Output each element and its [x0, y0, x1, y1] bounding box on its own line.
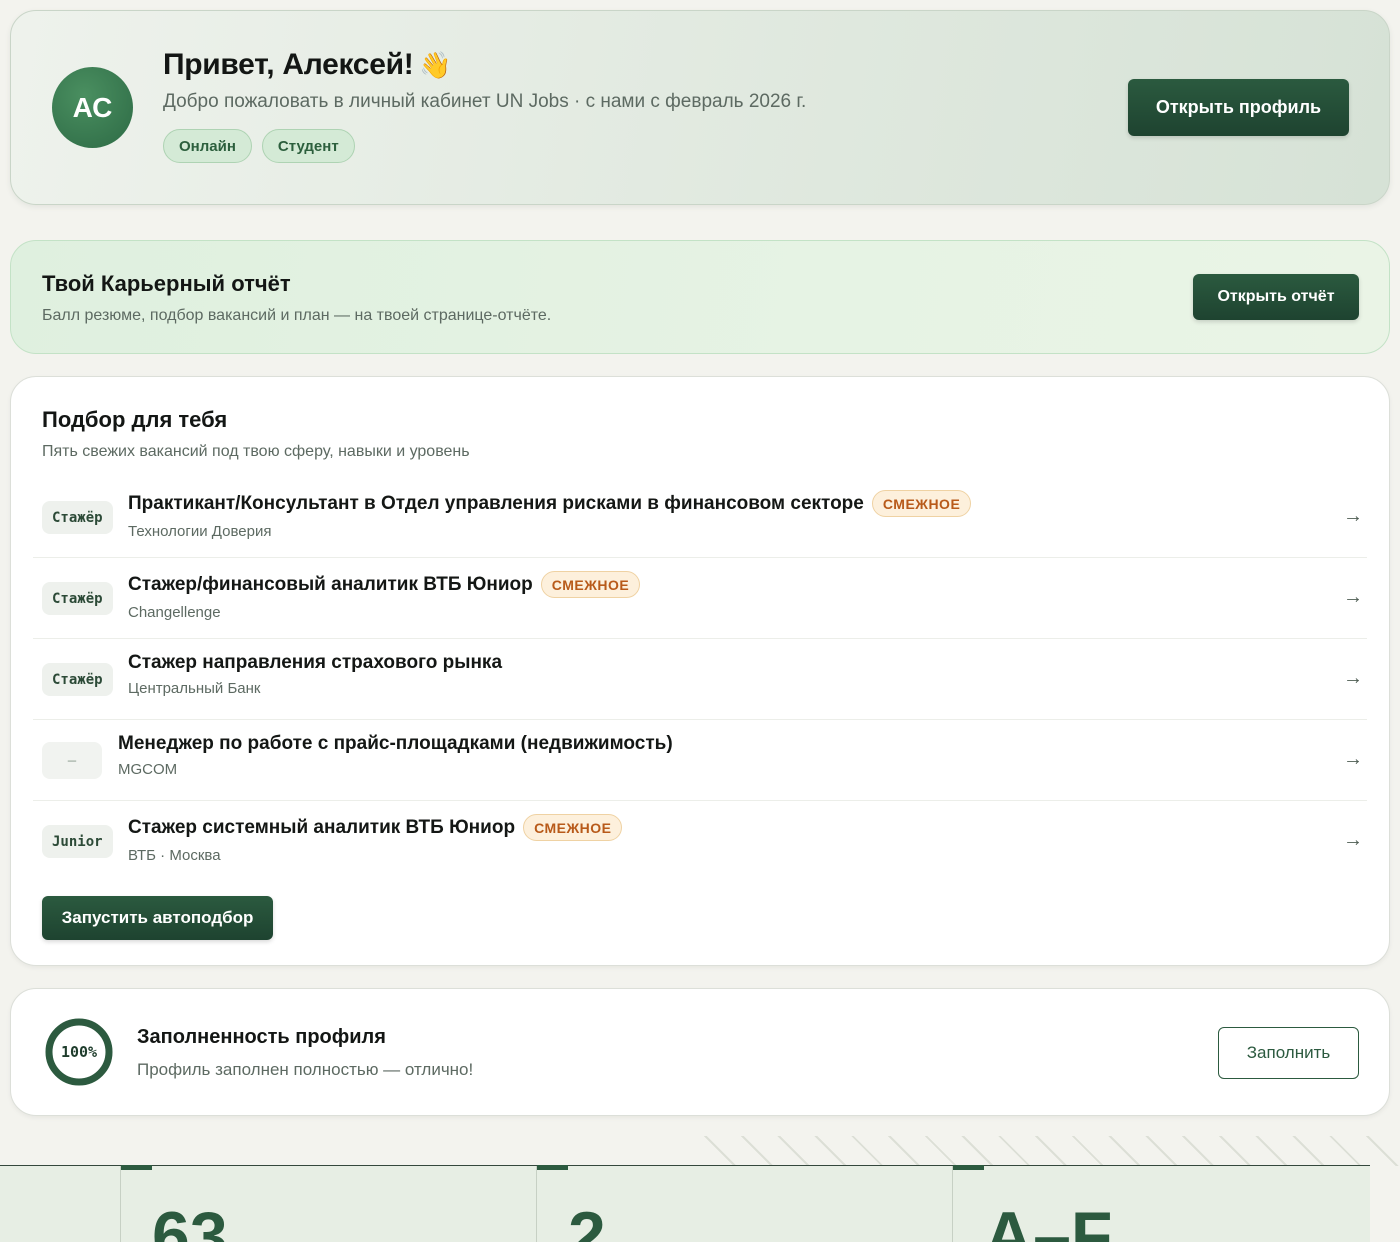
job-list: Стажёр Практикант/Консультант в Отдел уп… [33, 477, 1367, 882]
stat-value: A–F [984, 1198, 1113, 1242]
job-title[interactable]: Стажер системный аналитик ВТБ Юниор [128, 817, 515, 839]
job-company: Технологии Доверия [128, 523, 272, 540]
stats-strip: 63 2 A–F [0, 1165, 1370, 1242]
job-title[interactable]: Стажер направления страхового рынка [128, 652, 502, 674]
job-matches-card: Подбор для тебя Пять свежих вакансий под… [10, 376, 1390, 966]
open-report-button[interactable]: Открыть отчёт [1193, 274, 1359, 320]
stat-value: 2 [568, 1198, 606, 1242]
decorative-hatch [700, 1136, 1400, 1166]
job-title[interactable]: Стажер/финансовый аналитик ВТБ Юниор [128, 574, 533, 596]
stat-cell: A–F [952, 1165, 1368, 1242]
job-row[interactable]: Junior Стажер системный аналитик ВТБ Юни… [33, 801, 1367, 882]
job-level-badge: Junior [42, 825, 113, 858]
stat-cell: 2 [536, 1165, 952, 1242]
status-badge-student: Студент [261, 129, 355, 163]
related-tag: СМЕЖНОЕ [523, 814, 623, 841]
job-level-badge: Стажёр [42, 501, 113, 534]
job-row[interactable]: Стажёр Стажер/финансовый аналитик ВТБ Юн… [33, 558, 1367, 639]
completeness-subtitle: Профиль заполнен полностью — отлично! [137, 1060, 474, 1079]
job-company: MGCOM [118, 761, 178, 778]
job-title[interactable]: Практикант/Консультант в Отдел управлени… [128, 493, 864, 515]
job-level-badge: — [42, 742, 102, 779]
progress-percent: 100% [60, 1043, 98, 1061]
matches-title: Подбор для тебя [42, 407, 228, 432]
job-row[interactable]: Стажёр Стажер направления страхового рын… [33, 639, 1367, 720]
report-title: Твой Карьерный отчёт [42, 271, 291, 296]
arrow-right-icon[interactable]: → [1343, 667, 1363, 690]
avatar[interactable]: АС [52, 67, 133, 148]
career-report-card: Твой Карьерный отчёт Балл резюме, подбор… [10, 240, 1390, 354]
greeting-card: АС Привет, Алексей! 👋 Добро пожаловать в… [10, 10, 1390, 205]
greeting-subtitle: Добро пожаловать в личный кабинет UN Job… [163, 91, 807, 112]
auto-match-button[interactable]: Запустить автоподбор [42, 896, 273, 940]
status-pills: Онлайн Студент [163, 129, 355, 163]
greeting-title-text: Привет, Алексей! [163, 48, 414, 81]
arrow-right-icon[interactable]: → [1343, 829, 1363, 852]
job-row[interactable]: — Менеджер по работе с прайс-площадками … [33, 720, 1367, 801]
job-company: Changellenge [128, 604, 221, 621]
completeness-title: Заполненность профиля [137, 1026, 386, 1048]
status-badge-online: Онлайн [163, 129, 252, 163]
arrow-right-icon[interactable]: → [1343, 505, 1363, 528]
stat-cell: 63 [120, 1165, 536, 1242]
job-company: Центральный Банк [128, 680, 261, 697]
fill-profile-button[interactable]: Заполнить [1218, 1027, 1359, 1079]
arrow-right-icon[interactable]: → [1343, 586, 1363, 609]
job-row[interactable]: Стажёр Практикант/Консультант в Отдел уп… [33, 477, 1367, 558]
profile-completeness-card: 100% Заполненность профиля Профиль запол… [10, 988, 1390, 1116]
matches-subtitle: Пять свежих вакансий под твою сферу, нав… [42, 443, 470, 460]
related-tag: СМЕЖНОЕ [871, 490, 972, 517]
greeting-title: Привет, Алексей! 👋 [163, 48, 452, 82]
job-company: ВТБ · Москва [128, 847, 221, 864]
stat-value: 63 [152, 1198, 228, 1242]
job-title[interactable]: Менеджер по работе с прайс-площадками (н… [118, 733, 673, 755]
report-subtitle: Балл резюме, подбор вакансий и план — на… [42, 307, 552, 324]
related-tag: СМЕЖНОЕ [540, 571, 641, 598]
waving-hand-icon: 👋 [419, 49, 452, 80]
job-level-badge: Стажёр [42, 663, 113, 696]
open-profile-button[interactable]: Открыть профиль [1128, 79, 1349, 136]
arrow-right-icon[interactable]: → [1343, 748, 1363, 771]
job-level-badge: Стажёр [42, 582, 113, 615]
